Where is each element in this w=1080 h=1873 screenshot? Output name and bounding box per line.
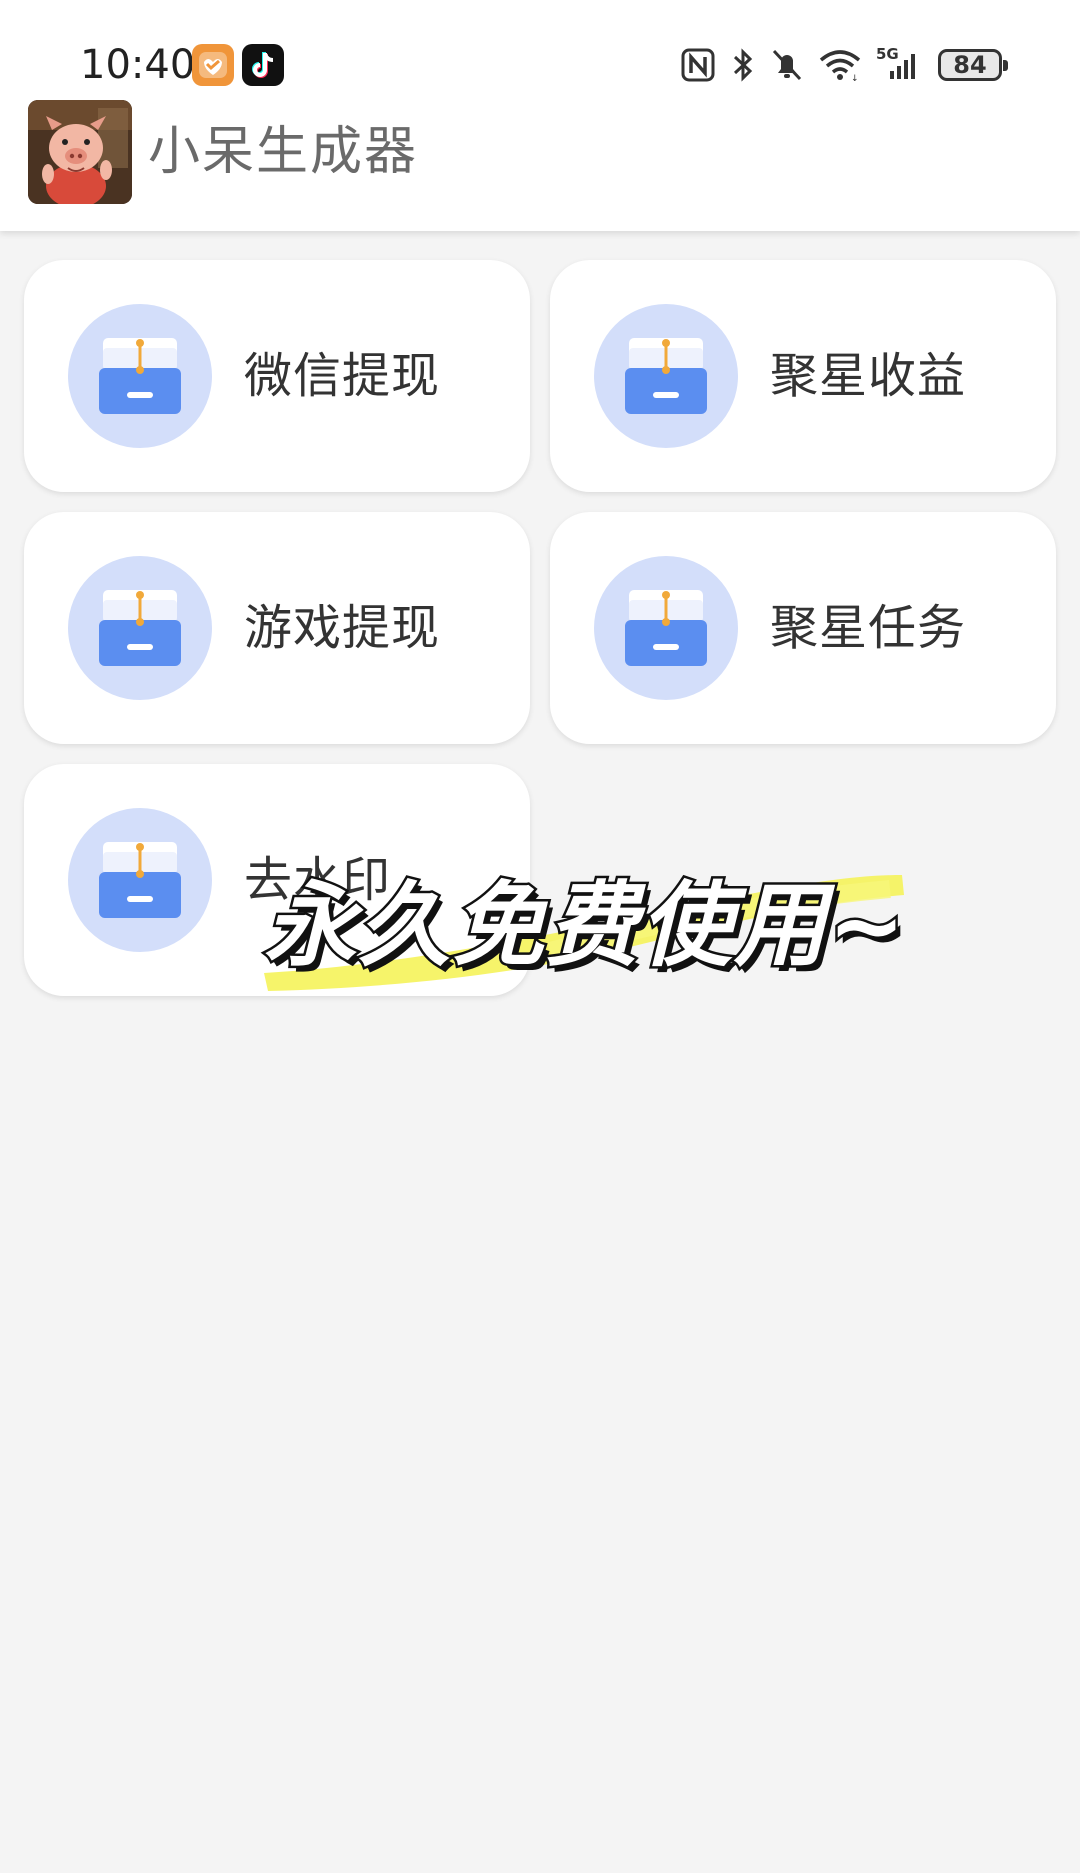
menu-card-game-withdraw[interactable]: 游戏提现 <box>24 512 530 744</box>
signal-icon: 5G <box>876 45 924 83</box>
status-time: 10:40 <box>80 42 196 88</box>
inbox-icon <box>68 556 212 700</box>
pig-avatar[interactable] <box>28 100 132 204</box>
battery-level: 84 <box>938 49 1008 81</box>
menu-card-juxing-tasks[interactable]: 聚星任务 <box>550 512 1056 744</box>
health-app-icon <box>192 44 234 86</box>
menu-card-label: 聚星任务 <box>770 600 967 656</box>
svg-text:↓: ↓ <box>851 74 859 83</box>
app-header: 10:40 ↓ 5G 84 小呆生成器 <box>0 0 1080 231</box>
inbox-icon <box>68 808 212 952</box>
nfc-icon <box>680 47 716 83</box>
menu-card-remove-watermark[interactable]: 去水印 <box>24 764 530 996</box>
status-bar: 10:40 ↓ 5G 84 <box>0 30 1080 100</box>
tiktok-icon <box>242 44 284 86</box>
status-icons: ↓ 5G 84 <box>666 42 1008 88</box>
battery-icon: 84 <box>938 49 1008 81</box>
bluetooth-icon <box>730 47 756 83</box>
inbox-icon <box>68 304 212 448</box>
mute-icon <box>770 47 804 83</box>
menu-card-label: 微信提现 <box>244 348 441 404</box>
menu-card-wechat-withdraw[interactable]: 微信提现 <box>24 260 530 492</box>
app-title: 小呆生成器 <box>148 122 419 182</box>
inbox-icon <box>594 556 738 700</box>
inbox-icon <box>594 304 738 448</box>
network-type: 5G <box>876 45 899 63</box>
menu-card-juxing-earnings[interactable]: 聚星收益 <box>550 260 1056 492</box>
menu-card-label: 游戏提现 <box>244 600 441 656</box>
menu-card-label: 去水印 <box>244 852 392 908</box>
menu-card-label: 聚星收益 <box>770 348 967 404</box>
app-bar: 小呆生成器 <box>0 100 1080 210</box>
wifi-icon: ↓ <box>818 47 862 83</box>
